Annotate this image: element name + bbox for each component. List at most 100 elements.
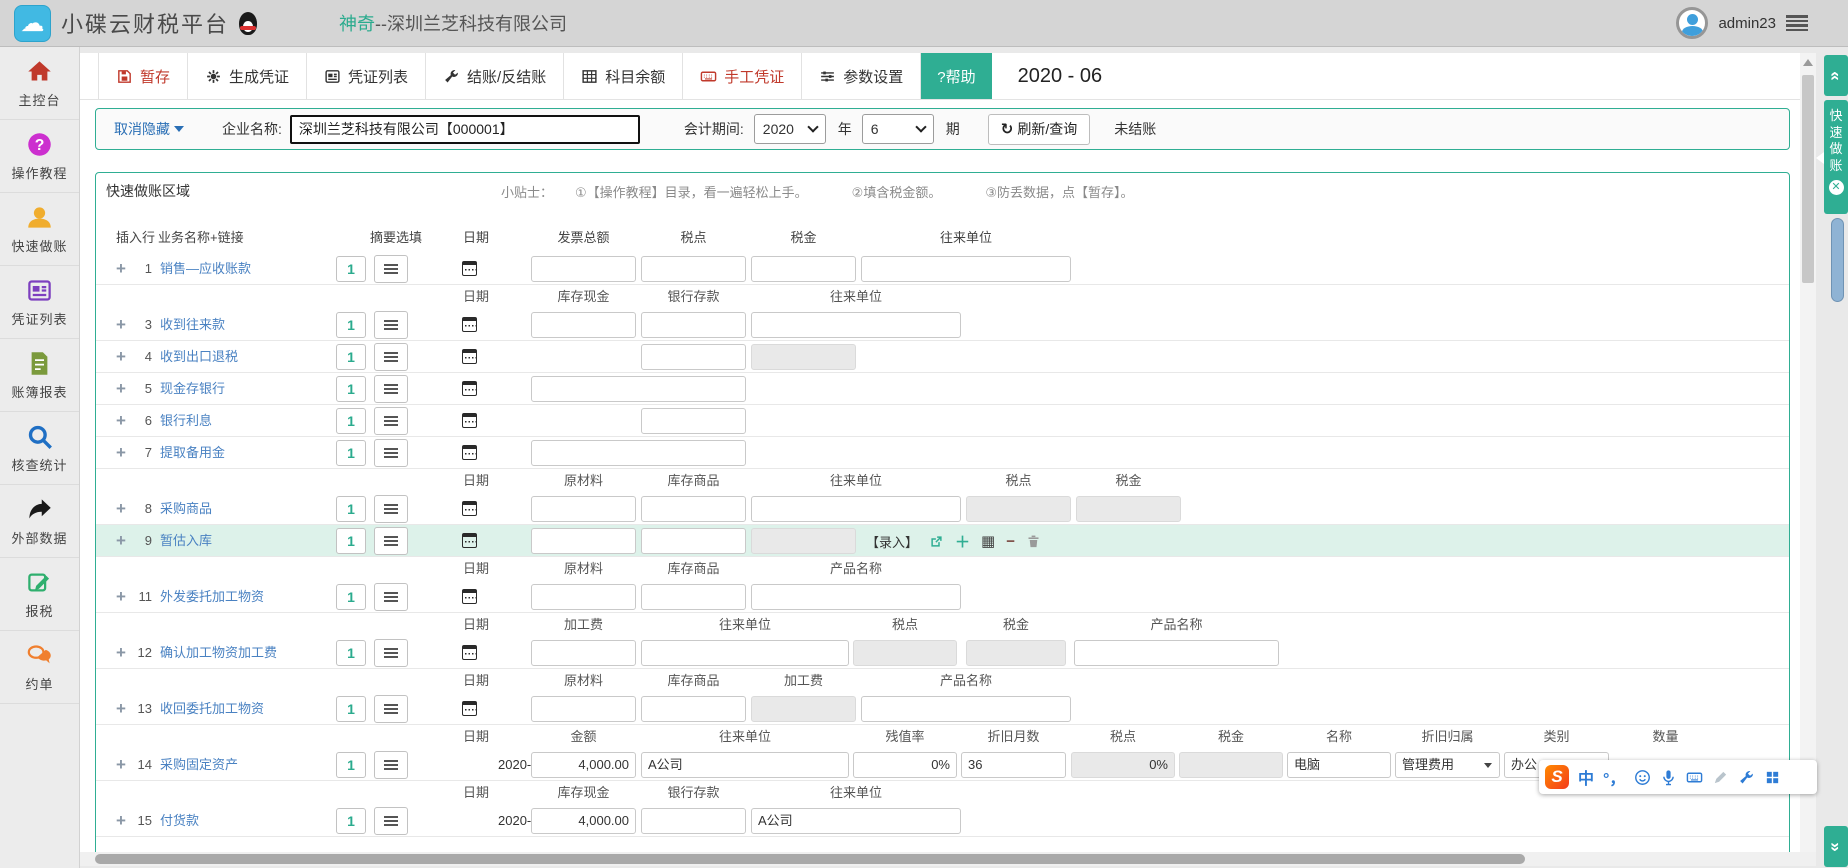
summary-list-button[interactable] — [374, 311, 408, 339]
toolbar-button-7[interactable]: 参数设置 — [802, 53, 921, 99]
cell-input[interactable] — [861, 696, 1071, 722]
ime-handwriting-icon[interactable] — [1712, 769, 1729, 786]
summary-list-button[interactable] — [374, 807, 408, 835]
cell-input[interactable] — [641, 344, 746, 370]
sidebar-item-3[interactable]: 快速做账 — [0, 193, 79, 266]
collapse-up-button[interactable]: « — [1824, 55, 1848, 96]
toolbar-button-8[interactable]: ?帮助 — [921, 53, 991, 99]
calendar-icon[interactable] — [462, 701, 477, 716]
summary-list-button[interactable] — [374, 527, 408, 555]
insert-row-plus-icon[interactable]: + — [116, 309, 126, 340]
sidebar-item-2[interactable]: ?操作教程 — [0, 120, 79, 193]
insert-row-plus-icon[interactable]: + — [116, 437, 126, 468]
entry-link[interactable]: 【录入】 — [866, 532, 918, 551]
horizontal-scrollbar[interactable] — [80, 852, 1816, 866]
sidebar-item-7[interactable]: 外部数据 — [0, 485, 79, 558]
entry-count-box[interactable]: 1 — [336, 312, 366, 338]
summary-list-button[interactable] — [374, 343, 408, 371]
summary-list-button[interactable] — [374, 439, 408, 467]
insert-row-plus-icon[interactable]: + — [116, 637, 126, 668]
sidebar-item-6[interactable]: 核查统计 — [0, 412, 79, 485]
sidebar-item-1[interactable]: 主控台 — [0, 47, 79, 120]
app-logo-cloud-icon[interactable]: ☁ — [14, 5, 51, 42]
entry-count-box[interactable]: 1 — [336, 584, 366, 610]
entry-count-box[interactable]: 1 — [336, 408, 366, 434]
ime-emoji-icon[interactable] — [1634, 769, 1651, 786]
ime-mic-icon[interactable] — [1660, 769, 1677, 786]
plus-icon[interactable]: ＋ — [955, 531, 970, 552]
toolbar-button-5[interactable]: 科目余额 — [564, 53, 683, 99]
entry-count-box[interactable]: 1 — [336, 752, 366, 778]
company-name-input[interactable] — [290, 115, 640, 144]
cell-input[interactable] — [853, 640, 957, 666]
cell-input[interactable] — [751, 496, 961, 522]
business-name-link[interactable]: 确认加工物资加工费 — [160, 637, 277, 669]
entry-count-box[interactable]: 1 — [336, 640, 366, 666]
trash-icon[interactable] — [1026, 534, 1041, 549]
ime-punctuation-icon[interactable]: °， — [1603, 765, 1625, 789]
toolbar-button-4[interactable]: 结账/反结账 — [426, 53, 564, 99]
business-name-link[interactable]: 收回委托加工物资 — [160, 693, 264, 725]
cell-input[interactable] — [861, 256, 1071, 282]
entry-count-box[interactable]: 1 — [336, 496, 366, 522]
business-name-link[interactable]: 提取备用金 — [160, 437, 225, 469]
calendar-icon[interactable] — [462, 589, 477, 604]
cell-input[interactable]: 4,000.00 — [531, 752, 636, 778]
summary-list-button[interactable] — [374, 375, 408, 403]
cell-input[interactable] — [751, 696, 856, 722]
side-scroll-thumb[interactable] — [1831, 218, 1844, 302]
vertical-scrollbar[interactable] — [1800, 53, 1816, 852]
summary-list-button[interactable] — [374, 255, 408, 283]
business-name-link[interactable]: 外发委托加工物资 — [160, 581, 264, 613]
entry-count-box[interactable]: 1 — [336, 808, 366, 834]
cell-input[interactable]: 电脑 — [1287, 752, 1391, 778]
ime-chinese-mode-icon[interactable]: 中 — [1578, 765, 1594, 789]
cell-input[interactable] — [641, 528, 746, 554]
cell-input[interactable] — [641, 640, 849, 666]
insert-row-plus-icon[interactable]: + — [116, 693, 126, 724]
insert-row-plus-icon[interactable]: + — [116, 493, 126, 524]
cell-input[interactable] — [531, 640, 636, 666]
collapse-down-button[interactable]: » — [1824, 826, 1848, 867]
cell-input[interactable]: 36 — [961, 752, 1066, 778]
insert-row-plus-icon[interactable]: + — [116, 581, 126, 612]
depreciation-select[interactable]: 管理费用 — [1395, 752, 1500, 778]
business-name-link[interactable]: 银行利息 — [160, 405, 212, 437]
cell-input[interactable] — [531, 496, 636, 522]
business-name-link[interactable]: 现金存银行 — [160, 373, 225, 405]
user-avatar[interactable] — [1676, 7, 1708, 39]
cell-input[interactable] — [1074, 640, 1279, 666]
insert-row-plus-icon[interactable]: + — [116, 405, 126, 436]
cell-input[interactable] — [641, 312, 746, 338]
insert-row-plus-icon[interactable]: + — [116, 749, 126, 780]
refresh-query-button[interactable]: ↻刷新/查询 — [988, 114, 1090, 145]
cell-input[interactable] — [531, 312, 636, 338]
horizontal-scroll-thumb[interactable] — [95, 854, 1525, 864]
business-name-link[interactable]: 销售—应收账款 — [160, 253, 251, 285]
cell-input[interactable] — [1179, 752, 1283, 778]
cell-input[interactable] — [641, 408, 746, 434]
cell-input[interactable] — [641, 256, 746, 282]
business-name-link[interactable]: 收到出口退税 — [160, 341, 238, 373]
qq-penguin-icon[interactable] — [239, 12, 257, 35]
insert-row-plus-icon[interactable]: + — [116, 373, 126, 404]
toolbar-button-3[interactable]: 凭证列表 — [307, 53, 426, 99]
business-name-link[interactable]: 付货款 — [160, 805, 199, 837]
cell-input[interactable] — [751, 584, 961, 610]
cell-input[interactable] — [641, 496, 746, 522]
cell-input[interactable] — [641, 696, 746, 722]
menu-hamburger-icon[interactable] — [1786, 15, 1808, 31]
summary-list-button[interactable] — [374, 639, 408, 667]
summary-list-button[interactable] — [374, 495, 408, 523]
entry-count-box[interactable]: 1 — [336, 376, 366, 402]
entry-count-box[interactable]: 1 — [336, 256, 366, 282]
toolbar-button-2[interactable]: 生成凭证 — [188, 53, 307, 99]
calendar-icon[interactable] — [462, 349, 477, 364]
scroll-up-arrow-icon[interactable] — [1803, 59, 1813, 66]
calendar-icon[interactable] — [462, 381, 477, 396]
entry-count-box[interactable]: 1 — [336, 696, 366, 722]
entry-count-box[interactable]: 1 — [336, 528, 366, 554]
insert-row-plus-icon[interactable]: + — [116, 341, 126, 372]
calendar-icon[interactable] — [462, 533, 477, 548]
business-name-link[interactable]: 暂估入库 — [160, 525, 212, 557]
